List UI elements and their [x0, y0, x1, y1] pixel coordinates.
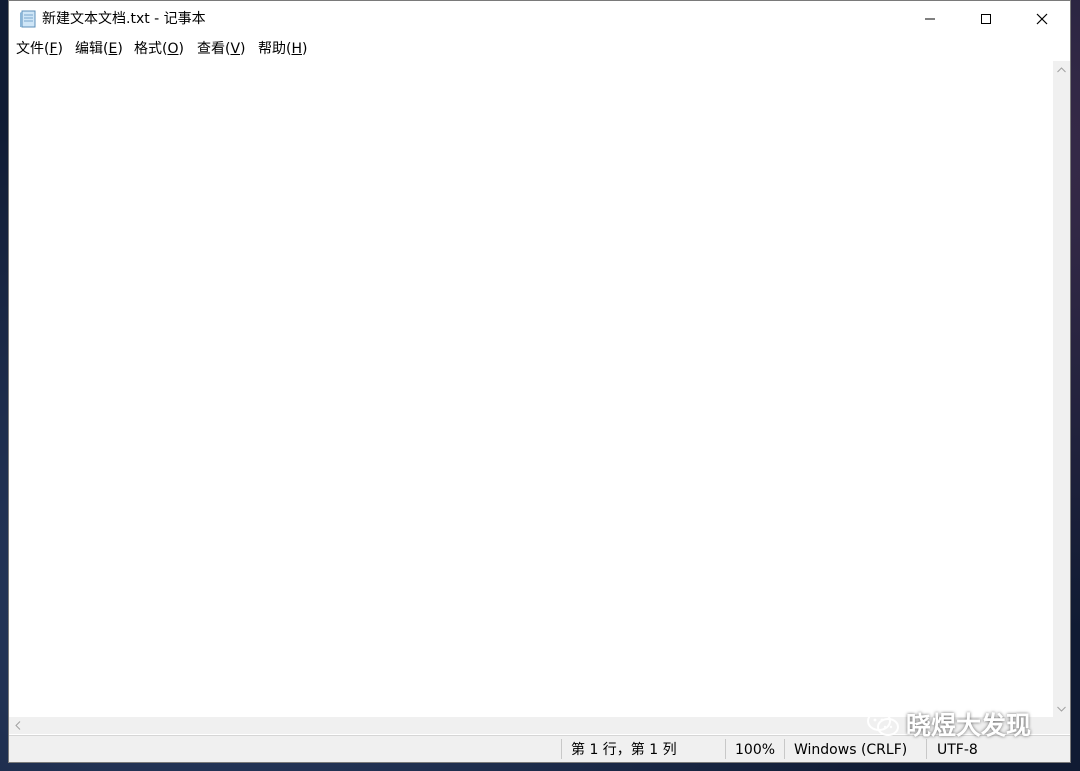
menu-format[interactable]: 格式(O): [134, 40, 184, 58]
chevron-left-icon: [14, 721, 20, 730]
menu-edit[interactable]: 编辑(E): [75, 40, 123, 58]
maximize-icon: [981, 14, 991, 24]
chevron-up-icon: [1057, 66, 1066, 72]
menu-file[interactable]: 文件(F): [16, 40, 63, 58]
minimize-icon: [925, 18, 935, 20]
status-separator: [561, 739, 562, 759]
line-ending: Windows (CRLF): [794, 742, 908, 758]
status-separator: [725, 739, 726, 759]
menu-view[interactable]: 查看(V): [197, 40, 246, 58]
scroll-left-button[interactable]: [9, 717, 26, 734]
watermark-text: 晓煜大发现: [906, 711, 1032, 740]
watermark: 晓煜大发现: [866, 708, 1056, 740]
minimize-button[interactable]: [902, 1, 958, 37]
maximize-button[interactable]: [958, 1, 1014, 37]
chevron-down-icon: [1057, 706, 1066, 712]
status-separator: [926, 739, 927, 759]
close-button[interactable]: [1014, 1, 1070, 37]
zoom-level: 100%: [735, 742, 776, 758]
encoding: UTF-8: [937, 742, 978, 758]
text-editor[interactable]: [9, 61, 1053, 717]
menu-help[interactable]: 帮助(H): [258, 40, 307, 58]
close-icon: [1036, 13, 1048, 25]
window-title: 新建文本文档.txt - 记事本: [42, 11, 206, 27]
status-separator: [784, 739, 785, 759]
notepad-icon: [19, 10, 37, 28]
vertical-scrollbar[interactable]: [1053, 61, 1070, 717]
title-bar[interactable]: 新建文本文档.txt - 记事本: [9, 1, 1070, 37]
wechat-icon: [867, 711, 899, 736]
scroll-up-button[interactable]: [1053, 61, 1070, 78]
notepad-window: 新建文本文档.txt - 记事本 文件(F) 编辑(E) 格式(O) 查看(V)…: [8, 0, 1071, 763]
cursor-position: 第 1 行，第 1 列: [571, 742, 677, 758]
menu-bar: 文件(F) 编辑(E) 格式(O) 查看(V) 帮助(H): [9, 37, 1070, 61]
